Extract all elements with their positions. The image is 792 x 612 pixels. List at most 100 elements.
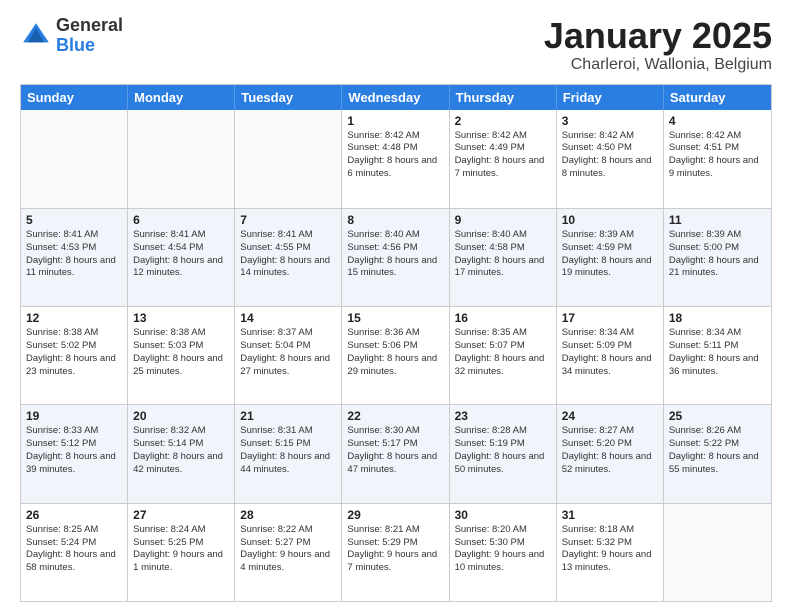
header-day-wednesday: Wednesday [342,85,449,110]
day-info: Sunrise: 8:30 AMSunset: 5:17 PMDaylight:… [347,425,443,476]
day-number: 7 [240,213,336,227]
day-info: Sunrise: 8:42 AMSunset: 4:49 PMDaylight:… [455,130,551,181]
day-number: 8 [347,213,443,227]
week-row-5: 26 Sunrise: 8:25 AMSunset: 5:24 PMDayligh… [21,503,771,601]
day-number: 22 [347,409,443,423]
header: General Blue January 2025 Charleroi, Wal… [20,16,772,74]
header-day-thursday: Thursday [450,85,557,110]
day-number: 19 [26,409,122,423]
day-cell-2: 2 Sunrise: 8:42 AMSunset: 4:49 PMDaylight… [450,110,557,208]
day-number: 12 [26,311,122,325]
week-row-2: 5 Sunrise: 8:41 AMSunset: 4:53 PMDaylight… [21,208,771,306]
day-number: 27 [133,508,229,522]
empty-cell [128,110,235,208]
header-day-monday: Monday [128,85,235,110]
day-cell-7: 7 Sunrise: 8:41 AMSunset: 4:55 PMDaylight… [235,209,342,306]
day-cell-4: 4 Sunrise: 8:42 AMSunset: 4:51 PMDaylight… [664,110,771,208]
empty-cell [235,110,342,208]
day-number: 2 [455,114,551,128]
day-info: Sunrise: 8:40 AMSunset: 4:58 PMDaylight:… [455,229,551,280]
header-day-friday: Friday [557,85,664,110]
day-info: Sunrise: 8:41 AMSunset: 4:53 PMDaylight:… [26,229,122,280]
day-info: Sunrise: 8:42 AMSunset: 4:48 PMDaylight:… [347,130,443,181]
day-number: 10 [562,213,658,227]
day-cell-29: 29 Sunrise: 8:21 AMSunset: 5:29 PMDayligh… [342,504,449,601]
calendar: SundayMondayTuesdayWednesdayThursdayFrid… [20,84,772,602]
day-info: Sunrise: 8:40 AMSunset: 4:56 PMDaylight:… [347,229,443,280]
week-row-1: 1 Sunrise: 8:42 AMSunset: 4:48 PMDaylight… [21,110,771,208]
day-info: Sunrise: 8:41 AMSunset: 4:54 PMDaylight:… [133,229,229,280]
day-number: 29 [347,508,443,522]
empty-cell [21,110,128,208]
day-cell-22: 22 Sunrise: 8:30 AMSunset: 5:17 PMDayligh… [342,405,449,502]
day-info: Sunrise: 8:18 AMSunset: 5:32 PMDaylight:… [562,524,658,575]
day-number: 14 [240,311,336,325]
header-day-sunday: Sunday [21,85,128,110]
day-cell-12: 12Sunrise: 8:38 AMSunset: 5:02 PMDayligh… [21,307,128,404]
day-number: 17 [562,311,658,325]
day-cell-20: 20 Sunrise: 8:32 AMSunset: 5:14 PMDayligh… [128,405,235,502]
day-cell-24: 24Sunrise: 8:27 AMSunset: 5:20 PMDayligh… [557,405,664,502]
day-number: 16 [455,311,551,325]
day-cell-17: 17 Sunrise: 8:34 AMSunset: 5:09 PMDayligh… [557,307,664,404]
day-cell-14: 14Sunrise: 8:37 AMSunset: 5:04 PMDayligh… [235,307,342,404]
day-cell-16: 16 Sunrise: 8:35 AMSunset: 5:07 PMDayligh… [450,307,557,404]
logo-blue-text: Blue [56,36,123,56]
day-number: 9 [455,213,551,227]
day-cell-11: 11 Sunrise: 8:39 AMSunset: 5:00 PMDayligh… [664,209,771,306]
day-info: Sunrise: 8:42 AMSunset: 4:51 PMDaylight:… [669,130,766,181]
day-cell-31: 31 Sunrise: 8:18 AMSunset: 5:32 PMDayligh… [557,504,664,601]
calendar-body: 1 Sunrise: 8:42 AMSunset: 4:48 PMDaylight… [21,110,771,601]
day-cell-21: 21Sunrise: 8:31 AMSunset: 5:15 PMDayligh… [235,405,342,502]
day-cell-23: 23 Sunrise: 8:28 AMSunset: 5:19 PMDayligh… [450,405,557,502]
day-number: 23 [455,409,551,423]
empty-cell [664,504,771,601]
day-info: Sunrise: 8:20 AMSunset: 5:30 PMDaylight:… [455,524,551,575]
day-cell-15: 15 Sunrise: 8:36 AMSunset: 5:06 PMDayligh… [342,307,449,404]
day-number: 31 [562,508,658,522]
day-cell-10: 10 Sunrise: 8:39 AMSunset: 4:59 PMDayligh… [557,209,664,306]
day-info: Sunrise: 8:27 AMSunset: 5:20 PMDaylight:… [562,425,658,476]
day-cell-1: 1 Sunrise: 8:42 AMSunset: 4:48 PMDaylight… [342,110,449,208]
day-info: Sunrise: 8:28 AMSunset: 5:19 PMDaylight:… [455,425,551,476]
day-info: Sunrise: 8:25 AMSunset: 5:24 PMDaylight:… [26,524,122,575]
day-number: 6 [133,213,229,227]
day-number: 4 [669,114,766,128]
logo-general-text: General [56,16,123,36]
logo-icon [20,20,52,52]
day-info: Sunrise: 8:39 AMSunset: 4:59 PMDaylight:… [562,229,658,280]
day-cell-9: 9 Sunrise: 8:40 AMSunset: 4:58 PMDaylight… [450,209,557,306]
header-day-saturday: Saturday [664,85,771,110]
day-info: Sunrise: 8:24 AMSunset: 5:25 PMDaylight:… [133,524,229,575]
day-cell-6: 6 Sunrise: 8:41 AMSunset: 4:54 PMDaylight… [128,209,235,306]
day-info: Sunrise: 8:22 AMSunset: 5:27 PMDaylight:… [240,524,336,575]
day-cell-5: 5 Sunrise: 8:41 AMSunset: 4:53 PMDaylight… [21,209,128,306]
day-cell-25: 25Sunrise: 8:26 AMSunset: 5:22 PMDayligh… [664,405,771,502]
day-info: Sunrise: 8:38 AMSunset: 5:03 PMDaylight:… [133,327,229,378]
day-number: 25 [669,409,766,423]
day-number: 11 [669,213,766,227]
day-info: Sunrise: 8:21 AMSunset: 5:29 PMDaylight:… [347,524,443,575]
day-cell-30: 30 Sunrise: 8:20 AMSunset: 5:30 PMDayligh… [450,504,557,601]
header-day-tuesday: Tuesday [235,85,342,110]
day-number: 26 [26,508,122,522]
week-row-3: 12Sunrise: 8:38 AMSunset: 5:02 PMDayligh… [21,306,771,404]
day-number: 20 [133,409,229,423]
day-info: Sunrise: 8:34 AMSunset: 5:09 PMDaylight:… [562,327,658,378]
page: General Blue January 2025 Charleroi, Wal… [0,0,792,612]
day-info: Sunrise: 8:35 AMSunset: 5:07 PMDaylight:… [455,327,551,378]
day-number: 21 [240,409,336,423]
day-number: 30 [455,508,551,522]
day-info: Sunrise: 8:33 AMSunset: 5:12 PMDaylight:… [26,425,122,476]
day-info: Sunrise: 8:32 AMSunset: 5:14 PMDaylight:… [133,425,229,476]
title-block: January 2025 Charleroi, Wallonia, Belgiu… [544,16,772,74]
day-cell-13: 13Sunrise: 8:38 AMSunset: 5:03 PMDayligh… [128,307,235,404]
day-info: Sunrise: 8:39 AMSunset: 5:00 PMDaylight:… [669,229,766,280]
day-info: Sunrise: 8:41 AMSunset: 4:55 PMDaylight:… [240,229,336,280]
day-number: 5 [26,213,122,227]
day-info: Sunrise: 8:36 AMSunset: 5:06 PMDaylight:… [347,327,443,378]
day-info: Sunrise: 8:34 AMSunset: 5:11 PMDaylight:… [669,327,766,378]
logo: General Blue [20,16,123,56]
day-number: 15 [347,311,443,325]
day-number: 1 [347,114,443,128]
